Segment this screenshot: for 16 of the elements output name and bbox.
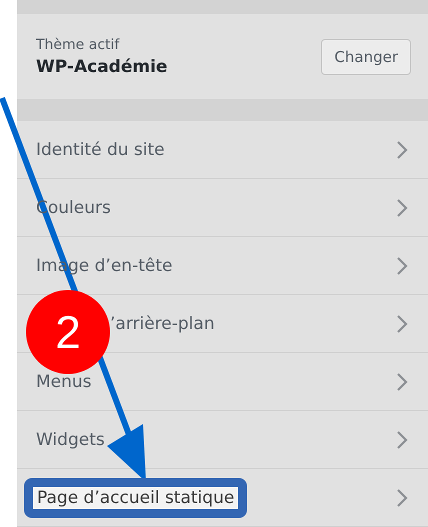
chevron-right-icon <box>396 430 408 450</box>
section-label[interactable]: Page d’accueil statique <box>24 478 248 518</box>
theme-name: WP-Académie <box>36 56 168 77</box>
change-theme-button[interactable]: Changer <box>321 38 411 75</box>
chevron-right-icon <box>396 488 408 508</box>
section-label[interactable]: Identité du site <box>36 140 165 160</box>
theme-caption: Thème actif <box>36 36 120 53</box>
chevron-right-icon <box>396 256 408 276</box>
chevron-right-icon <box>396 140 408 160</box>
section-label[interactable]: Menus <box>36 372 92 392</box>
chevron-right-icon <box>396 314 408 334</box>
section-label[interactable]: ’arrière-plan <box>110 314 215 334</box>
chevron-right-icon <box>396 198 408 218</box>
chevron-right-icon <box>396 372 408 392</box>
section-label[interactable]: Widgets <box>36 430 105 450</box>
step-number-badge: 2 <box>26 290 110 374</box>
